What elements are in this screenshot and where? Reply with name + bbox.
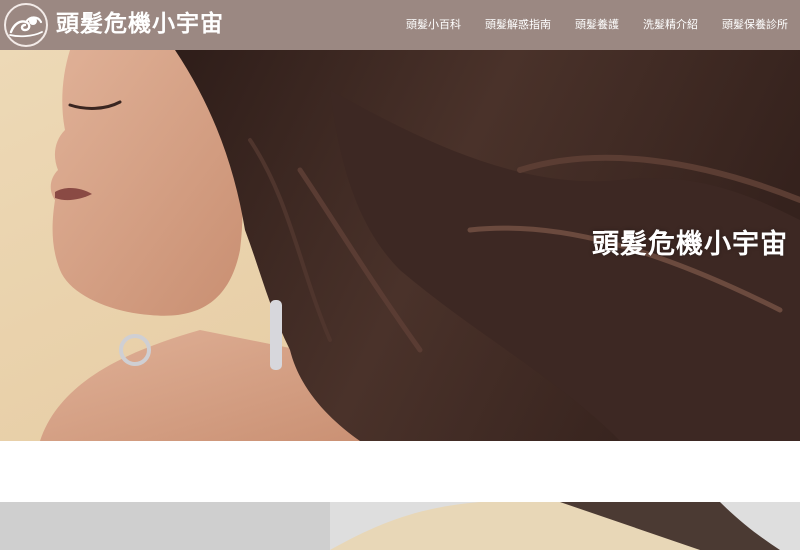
hero-banner: 頭髮危機小宇宙: [0, 50, 800, 441]
nav-item-hair-care[interactable]: 頭髮養護: [563, 0, 631, 50]
hair-swirl-logo-icon: [9, 16, 43, 38]
nav-item-hair-encyclopedia[interactable]: 頭髮小百科: [394, 0, 473, 50]
site-logo[interactable]: [4, 3, 48, 47]
nav-item-shampoo[interactable]: 洗髮精介紹: [631, 0, 710, 50]
site-title[interactable]: 頭髮危機小宇宙: [56, 9, 224, 39]
site-header: 頭髮危機小宇宙 頭髮小百科 頭髮解惑指南 頭髮養護 洗髮精介紹 頭髮保養診所: [0, 0, 800, 50]
secondary-banner-image: [0, 502, 800, 550]
main-nav: 頭髮小百科 頭髮解惑指南 頭髮養護 洗髮精介紹 頭髮保養診所: [394, 0, 800, 50]
nav-item-hair-clinic[interactable]: 頭髮保養診所: [710, 0, 800, 50]
secondary-banner: [0, 502, 800, 550]
hero-title: 頭髮危機小宇宙: [592, 229, 788, 260]
nav-item-hair-guide[interactable]: 頭髮解惑指南: [473, 0, 563, 50]
